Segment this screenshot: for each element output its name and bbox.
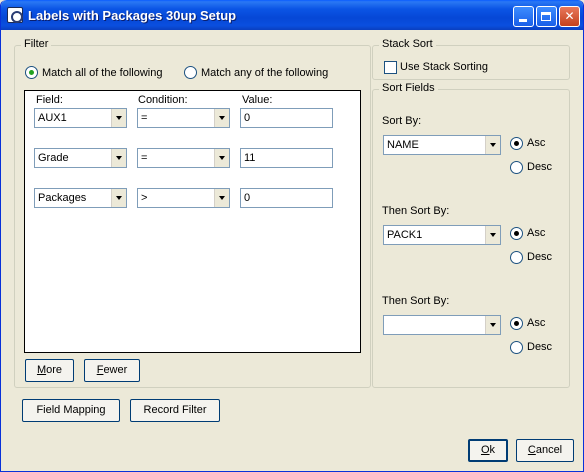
- condition-select-value: =: [141, 112, 148, 124]
- maximize-icon: [541, 12, 551, 21]
- value-input[interactable]: 0: [240, 108, 333, 128]
- window-title: Labels with Packages 30up Setup: [28, 8, 237, 23]
- sort-fields-group-label: Sort Fields: [379, 82, 438, 94]
- condition-select[interactable]: =: [137, 108, 230, 128]
- more-button[interactable]: More: [25, 359, 74, 382]
- value-input-text: 0: [244, 192, 251, 204]
- sort-by-select-value: NAME: [387, 139, 419, 151]
- sort-by-label: Sort By:: [382, 115, 422, 127]
- chevron-down-icon[interactable]: [214, 149, 229, 167]
- minimize-icon: [519, 19, 527, 22]
- match-any-radio[interactable]: [184, 66, 197, 79]
- field-select-value: Grade: [38, 152, 69, 164]
- cancel-button-mnemonic: C: [527, 444, 536, 456]
- then-sort-by-asc-radio[interactable]: [510, 317, 523, 330]
- condition-select-value: =: [141, 152, 148, 164]
- record-filter-button[interactable]: Record Filter: [130, 399, 220, 422]
- ok-button-label-post: k: [489, 444, 496, 456]
- setup-dialog: Labels with Packages 30up Setup ✕ Filter…: [0, 0, 584, 472]
- sort-by-select[interactable]: NAME: [383, 135, 501, 155]
- more-button-label-post: ore: [46, 364, 63, 376]
- close-button[interactable]: ✕: [559, 6, 580, 27]
- filter-conditions-panel: Field: Condition: Value: AUX1 = 0 Grade …: [24, 90, 361, 353]
- field-select-value: AUX1: [38, 112, 67, 124]
- field-select[interactable]: AUX1: [34, 108, 127, 128]
- cancel-button[interactable]: Cancel: [516, 439, 574, 462]
- condition-select[interactable]: >: [137, 188, 230, 208]
- fewer-button[interactable]: Fewer: [84, 359, 140, 382]
- condition-select-value: >: [141, 192, 148, 204]
- app-icon[interactable]: [7, 7, 23, 23]
- match-all-radio[interactable]: [25, 66, 38, 79]
- then-sort-by-label: Then Sort By:: [382, 205, 450, 217]
- sort-by-desc-radio[interactable]: [510, 161, 523, 174]
- chevron-down-icon[interactable]: [111, 149, 126, 167]
- field-column-header: Field:: [36, 94, 63, 106]
- then-sort-by-label: Then Sort By:: [382, 295, 450, 307]
- value-input[interactable]: 0: [240, 188, 333, 208]
- close-icon: ✕: [564, 9, 575, 23]
- then-sort-by-select-value: PACK1: [387, 229, 423, 241]
- chevron-down-icon[interactable]: [214, 109, 229, 127]
- field-select[interactable]: Grade: [34, 148, 127, 168]
- ok-button-mnemonic: O: [480, 444, 490, 456]
- stack-sort-group-label: Stack Sort: [379, 38, 436, 50]
- field-select[interactable]: Packages: [34, 188, 127, 208]
- value-column-header: Value:: [242, 94, 273, 106]
- then-sort-by-desc-radio[interactable]: [510, 341, 523, 354]
- condition-column-header: Condition:: [138, 94, 188, 106]
- match-all-label[interactable]: Match all of the following: [42, 67, 162, 79]
- chevron-down-icon[interactable]: [485, 136, 500, 154]
- chevron-down-icon[interactable]: [485, 316, 500, 334]
- sort-by-desc-label[interactable]: Desc: [527, 161, 552, 173]
- fewer-button-label-post: ewer: [103, 364, 128, 376]
- then-sort-by-select[interactable]: [383, 315, 501, 335]
- chevron-down-icon[interactable]: [485, 226, 500, 244]
- value-input-text: 0: [244, 112, 251, 124]
- maximize-button[interactable]: [536, 6, 557, 27]
- chevron-down-icon[interactable]: [214, 189, 229, 207]
- value-input-text: 11: [244, 152, 256, 164]
- match-any-label[interactable]: Match any of the following: [201, 67, 328, 79]
- title-bar[interactable]: Labels with Packages 30up Setup ✕: [1, 0, 583, 30]
- minimize-button[interactable]: [513, 6, 534, 27]
- then-sort-by-asc-radio[interactable]: [510, 227, 523, 240]
- then-sort-by-select[interactable]: PACK1: [383, 225, 501, 245]
- sort-by-asc-label[interactable]: Asc: [527, 137, 545, 149]
- then-sort-by-asc-label[interactable]: Asc: [527, 317, 545, 329]
- use-stack-sorting-checkbox[interactable]: [384, 61, 397, 74]
- then-sort-by-desc-label[interactable]: Desc: [527, 251, 552, 263]
- chevron-down-icon[interactable]: [111, 109, 126, 127]
- field-select-value: Packages: [38, 192, 87, 204]
- value-input[interactable]: 11: [240, 148, 333, 168]
- ok-button[interactable]: Ok: [468, 439, 508, 462]
- then-sort-by-desc-label[interactable]: Desc: [527, 341, 552, 353]
- condition-select[interactable]: =: [137, 148, 230, 168]
- more-button-mnemonic: M: [36, 364, 47, 376]
- then-sort-by-asc-label[interactable]: Asc: [527, 227, 545, 239]
- cancel-button-label-post: ancel: [535, 444, 563, 456]
- chevron-down-icon[interactable]: [111, 189, 126, 207]
- then-sort-by-desc-radio[interactable]: [510, 251, 523, 264]
- use-stack-sorting-label[interactable]: Use Stack Sorting: [400, 61, 488, 73]
- field-mapping-button[interactable]: Field Mapping: [22, 399, 120, 422]
- filter-group-label: Filter: [21, 38, 52, 50]
- sort-by-asc-radio[interactable]: [510, 137, 523, 150]
